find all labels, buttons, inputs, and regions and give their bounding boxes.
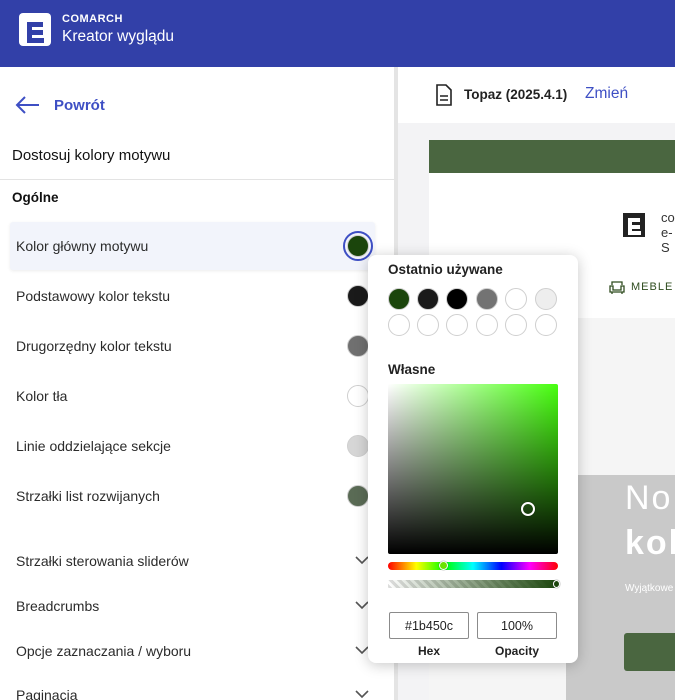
color-swatch[interactable] [343,231,373,261]
collapsible-label: Strzałki sterowania sliderów [16,552,189,569]
custom-color-title: Własne [388,362,436,377]
recent-color-swatch[interactable] [535,314,557,336]
back-button[interactable]: Powrót [14,94,105,116]
hue-handle[interactable] [439,561,448,570]
section-title: Dostosuj kolory motywu [12,147,171,164]
color-row-label: Kolor główny motywu [16,238,149,254]
recent-color-swatch[interactable] [505,288,527,310]
color-row-dropdown-arrows[interactable]: Strzałki list rozwijanych [10,472,375,520]
color-row-label: Kolor tła [16,388,68,404]
recent-color-swatch[interactable] [476,288,498,310]
opacity-handle[interactable] [553,580,560,588]
hue-slider[interactable] [388,562,558,570]
collapsible-pagination[interactable]: Paginacja [10,672,375,700]
color-picker-popover: Ostatnio używane Własne Hex Opacity [368,255,578,663]
arrow-left-icon [15,96,39,114]
recent-colors-title: Ostatnio używane [388,262,503,277]
color-row-secondary-text[interactable]: Drugorzędny kolor tekstu [10,322,375,370]
collapsible-label: Opcje zaznaczania / wyboru [16,642,192,659]
preview-hero-title-bold: kol [625,524,675,562]
color-row-label: Drugorzędny kolor tekstu [16,338,172,354]
color-row-primary[interactable]: Kolor główny motywu [10,222,375,270]
preview-hero-button[interactable] [624,633,675,671]
recent-color-swatch[interactable] [388,288,410,310]
app-title: Kreator wyglądu [62,28,175,45]
color-row-separators[interactable]: Linie oddzielające sekcje [10,422,375,470]
color-row-primary-text[interactable]: Podstawowy kolor tekstu [10,272,375,320]
recent-color-swatch[interactable] [417,314,439,336]
document-icon [436,84,452,106]
chevron-down-icon [355,646,369,655]
saturation-value-area[interactable] [388,384,558,554]
back-label: Powrót [54,96,105,114]
recent-color-swatch[interactable] [476,314,498,336]
collapsible-label: Breadcrumbs [16,597,100,614]
armchair-icon [609,281,625,294]
preview-hero-subtitle: Wyjątkowe [625,583,674,594]
comarch-logo-icon [19,13,51,46]
chevron-down-icon [355,556,369,565]
color-swatch[interactable] [347,335,369,357]
chevron-down-icon [355,601,369,610]
hex-input[interactable] [389,612,469,639]
theme-name: Topaz (2025.4.1) [464,87,568,102]
collapsible-label: Paginacja [16,686,78,700]
collapsible-breadcrumbs[interactable]: Breadcrumbs [10,583,375,628]
recent-color-swatch[interactable] [446,288,468,310]
color-swatch[interactable] [347,435,369,457]
opacity-slider[interactable] [388,580,558,588]
recent-color-swatch[interactable] [505,314,527,336]
preview-logo-icon [623,213,645,237]
change-theme-link[interactable]: Zmień [585,85,628,103]
opacity-label: Opacity [494,644,539,658]
preview-top-strip [429,140,675,173]
divider [0,179,394,180]
color-swatch[interactable] [347,285,369,307]
opacity-input[interactable] [477,612,557,639]
color-swatch[interactable] [347,385,369,407]
saturation-handle[interactable] [521,502,535,516]
preview-hero-title: No [625,479,673,517]
recent-color-swatch[interactable] [535,288,557,310]
chevron-down-icon [355,690,369,699]
color-swatch[interactable] [347,485,369,507]
preview-logo-text: co e-S [661,210,675,255]
color-row-label: Podstawowy kolor tekstu [16,288,171,304]
recent-color-swatch[interactable] [446,314,468,336]
recent-color-swatch[interactable] [388,314,410,336]
top-bar: COMARCH Kreator wyglądu [0,0,675,67]
color-row-label: Linie oddzielające sekcje [16,438,171,454]
hex-label: Hex [417,644,440,658]
recent-color-swatch[interactable] [417,288,439,310]
collapsible-selection-options[interactable]: Opcje zaznaczania / wyboru [10,628,375,673]
brand-name: COMARCH [62,13,123,25]
group-title: Ogólne [12,190,59,205]
color-row-label: Strzałki list rozwijanych [16,488,160,504]
collapsible-slider-arrows[interactable]: Strzałki sterowania sliderów [10,538,375,583]
preview-nav-item[interactable]: MEBLE [609,280,673,294]
color-row-background[interactable]: Kolor tła [10,372,375,420]
